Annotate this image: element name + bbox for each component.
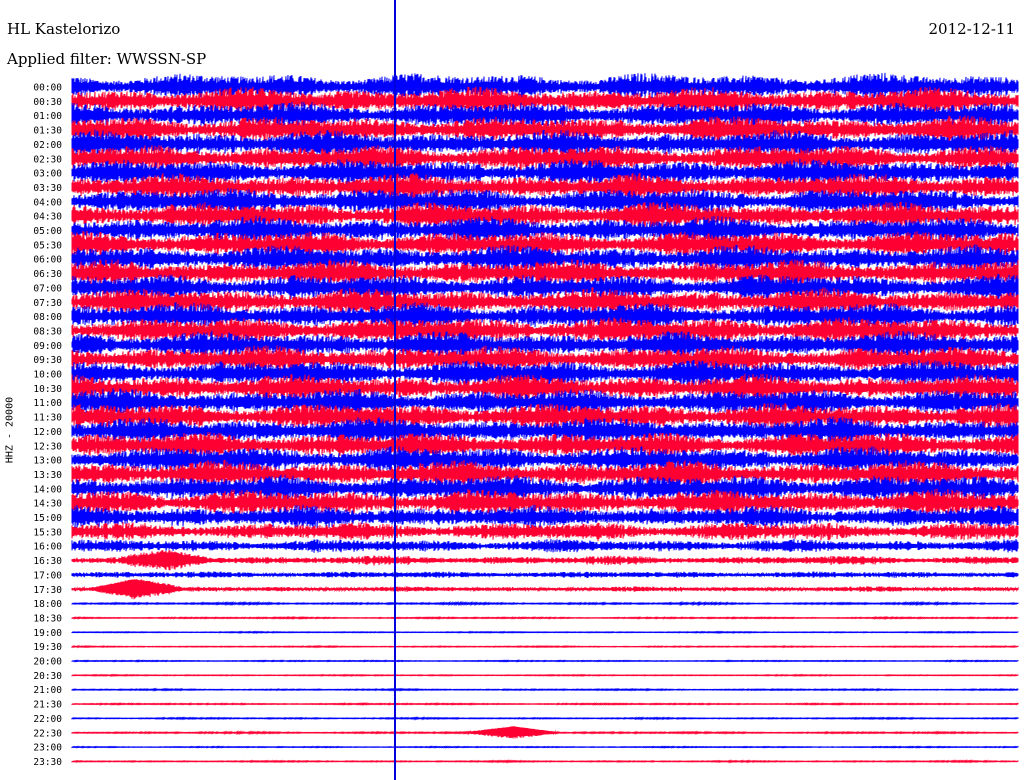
tick-label: 08:30 xyxy=(33,326,62,337)
tick-label: 09:00 xyxy=(33,341,62,352)
tick-label: 14:00 xyxy=(33,484,62,495)
trace-16-30 xyxy=(71,549,1019,571)
tick-label: 08:00 xyxy=(33,312,62,323)
tick-label: 02:00 xyxy=(33,140,62,151)
trace-20-00 xyxy=(71,659,1019,663)
tick-label: 03:30 xyxy=(33,183,62,194)
trace-23-30 xyxy=(71,759,1019,764)
helicorder-plot: 00:00 00:30 01:00 01:30 02:00 02:30 03:00 03:30… xyxy=(33,0,1019,780)
tick-label: 11:30 xyxy=(33,413,62,424)
tick-label: 23:30 xyxy=(33,757,62,768)
tick-label: 16:30 xyxy=(33,556,62,567)
tick-label: 19:30 xyxy=(33,642,62,653)
trace-18-00 xyxy=(71,600,1019,607)
trace-22-00 xyxy=(71,716,1019,721)
trace-18-30 xyxy=(71,615,1019,620)
tick-label: 16:00 xyxy=(33,542,62,553)
tick-label: 05:30 xyxy=(33,240,62,251)
tick-label: 15:00 xyxy=(33,513,62,524)
tick-label: 09:30 xyxy=(33,355,62,366)
trace-19-30 xyxy=(71,644,1019,649)
trace-23-00 xyxy=(71,745,1019,749)
tick-label: 04:30 xyxy=(33,212,62,223)
tick-label: 20:30 xyxy=(33,671,62,682)
trace-20-30 xyxy=(71,673,1019,678)
tick-label: 21:00 xyxy=(33,685,62,696)
tick-label: 13:30 xyxy=(33,470,62,481)
tick-label: 00:00 xyxy=(33,83,62,94)
tick-label-group: 00:00 00:30 01:00 01:30 02:00 02:30 03:00 03:30… xyxy=(33,83,62,768)
tick-label: 07:00 xyxy=(33,283,62,294)
tick-label: 18:00 xyxy=(33,599,62,610)
tick-label: 04:00 xyxy=(33,197,62,208)
trace-21-00 xyxy=(71,687,1019,692)
tick-label: 19:00 xyxy=(33,628,62,639)
tick-label: 06:30 xyxy=(33,269,62,280)
tick-label: 22:00 xyxy=(33,714,62,725)
tick-label: 01:00 xyxy=(33,111,62,122)
tick-label: 17:30 xyxy=(33,585,62,596)
tick-label: 02:30 xyxy=(33,154,62,165)
tick-label: 10:30 xyxy=(33,384,62,395)
tick-label: 20:00 xyxy=(33,657,62,668)
trace-21-30 xyxy=(71,701,1019,707)
trace-16-00 xyxy=(71,538,1019,553)
tick-label: 14:30 xyxy=(33,499,62,510)
tick-label: 17:00 xyxy=(33,570,62,581)
tick-label: 23:00 xyxy=(33,743,62,754)
tick-label: 00:30 xyxy=(33,97,62,108)
tick-label: 13:00 xyxy=(33,456,62,467)
tick-label: 07:30 xyxy=(33,298,62,309)
trace-19-00 xyxy=(71,630,1019,635)
trace-15-30 xyxy=(71,522,1019,542)
tick-label: 03:00 xyxy=(33,169,62,180)
trace-17-00 xyxy=(71,571,1019,579)
tick-label: 12:00 xyxy=(33,427,62,438)
tick-label: 18:30 xyxy=(33,613,62,624)
tick-label: 12:30 xyxy=(33,441,62,452)
tick-label: 15:30 xyxy=(33,527,62,538)
trace-17-30 xyxy=(71,579,1019,600)
tick-label: 11:00 xyxy=(33,398,62,409)
tick-label: 21:30 xyxy=(33,700,62,711)
tick-label: 01:30 xyxy=(33,126,62,137)
tick-label: 06:00 xyxy=(33,255,62,266)
tick-label: 05:00 xyxy=(33,226,62,237)
tick-label: 10:00 xyxy=(33,370,62,381)
trace-22-30 xyxy=(71,726,1019,739)
trace-group xyxy=(71,72,1019,764)
tick-label: 22:30 xyxy=(33,728,62,739)
